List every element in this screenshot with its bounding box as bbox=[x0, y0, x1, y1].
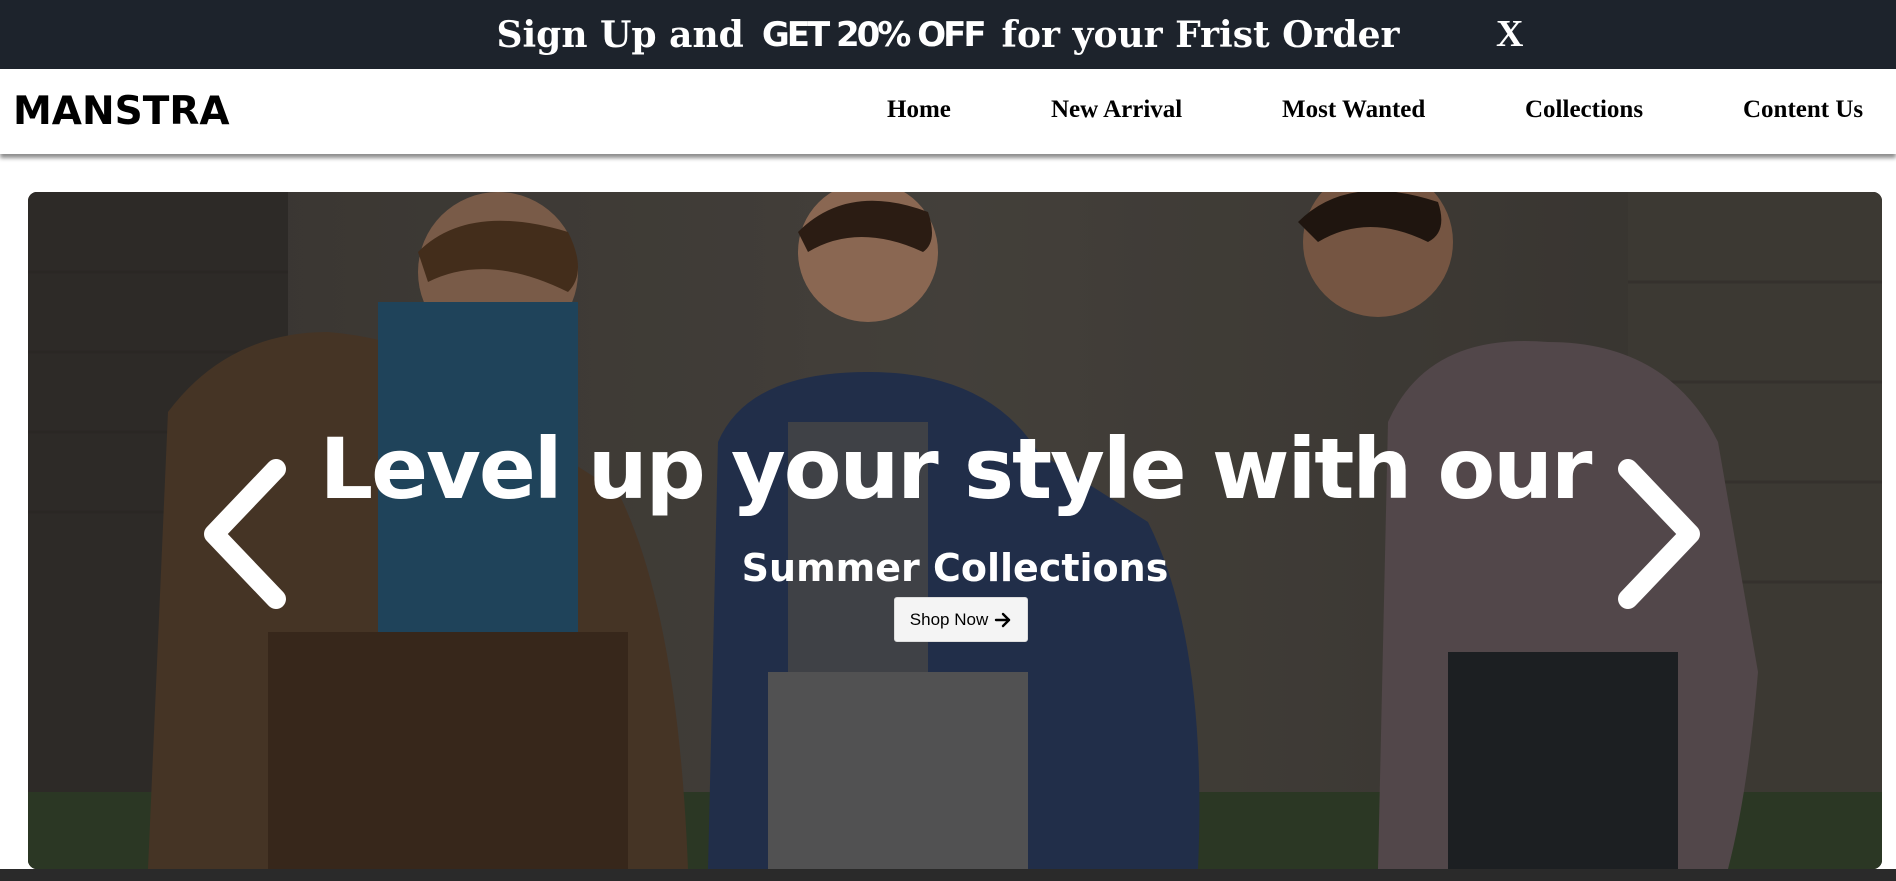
nav-item-new-arrival[interactable]: New Arrival bbox=[1051, 96, 1182, 124]
nav-item-collections[interactable]: Collections bbox=[1525, 96, 1643, 124]
promo-text-before: Sign Up and bbox=[496, 13, 744, 56]
hero-carousel: Level up your style with our Summer Coll… bbox=[28, 192, 1882, 869]
close-promo-button[interactable]: X bbox=[1496, 12, 1523, 56]
hero-subtitle: Summer Collections bbox=[741, 546, 1169, 590]
hero-dark-overlay bbox=[28, 192, 1882, 869]
promo-banner: Sign Up and GET 20% OFF for your Frist O… bbox=[0, 0, 1896, 69]
shop-now-button[interactable]: Shop Now bbox=[894, 597, 1028, 642]
nav-item-most-wanted[interactable]: Most Wanted bbox=[1282, 96, 1425, 124]
nav-item-content-us[interactable]: Content Us bbox=[1743, 96, 1863, 124]
arrow-right-icon bbox=[995, 612, 1011, 627]
promo-discount-highlight: GET 20% OFF bbox=[761, 14, 987, 55]
shop-now-label: Shop Now bbox=[909, 609, 989, 629]
hero-title: Level up your style with our bbox=[319, 420, 1593, 518]
nav-item-home[interactable]: Home bbox=[887, 96, 951, 124]
site-logo[interactable]: MANSTRA bbox=[13, 89, 230, 134]
promo-message: Sign Up and GET 20% OFF for your Frist O… bbox=[0, 0, 1896, 69]
taskbar-strip bbox=[0, 869, 1896, 881]
promo-text-after: for your Frist Order bbox=[1001, 13, 1400, 56]
site-header: MANSTRA Home New Arrival Most Wanted Col… bbox=[0, 69, 1896, 154]
